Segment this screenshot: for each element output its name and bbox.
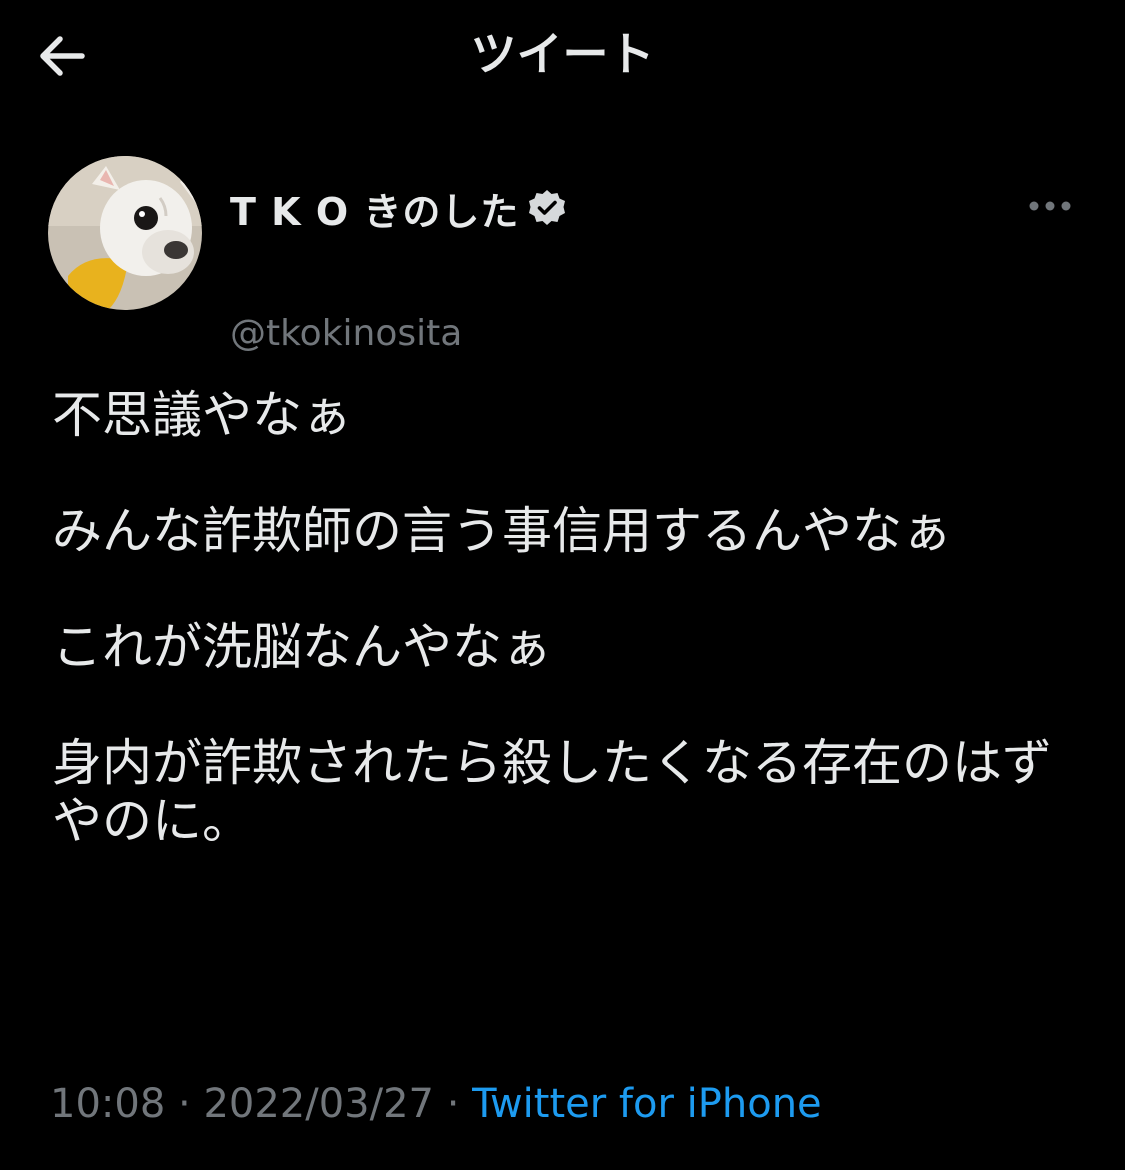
tweet-text: 不思議やなぁ みんな詐欺師の言う事信用するんやなぁ これが洗脳なんやなぁ 身内が… [52,386,1062,850]
more-dots-icon [1029,201,1071,211]
arrow-left-icon [40,36,85,76]
tweet-paragraph: これが洗脳なんやなぁ [52,618,552,676]
author-name-row[interactable]: T K O きのした [230,184,567,234]
more-options-button[interactable] [1022,182,1078,230]
tweet: T K O きのした @tkokinosita 不思議やなぁ みんな詐欺師の言う… [0,120,1125,1170]
tweet-meta: 10:08 · 2022/03/27 · Twitter for iPhone [50,1076,822,1132]
page-title: ツイート [470,27,655,81]
tweet-paragraph: みんな詐欺師の言う事信用するんやなぁ [52,502,952,560]
tweet-paragraph: 不思議やなぁ [52,386,352,444]
dog-avatar-image [48,156,202,310]
verified-badge-icon [529,190,566,225]
tweet-time[interactable]: 10:08 [50,1081,165,1127]
display-name[interactable]: T K O きのした [230,181,519,236]
tweet-source-link[interactable]: Twitter for iPhone [472,1081,822,1127]
tweet-date[interactable]: 2022/03/27 [203,1081,434,1127]
meta-separator: · [165,1081,204,1127]
author-handle[interactable]: @tkokinosita [230,310,462,358]
back-button[interactable] [28,22,96,90]
avatar[interactable] [48,156,202,310]
tweet-paragraph: 身内が詐欺されたら殺したくなる存在のはずやのに。 [52,734,1052,850]
meta-separator: · [433,1081,473,1127]
top-bar: ツイート [0,0,1125,120]
